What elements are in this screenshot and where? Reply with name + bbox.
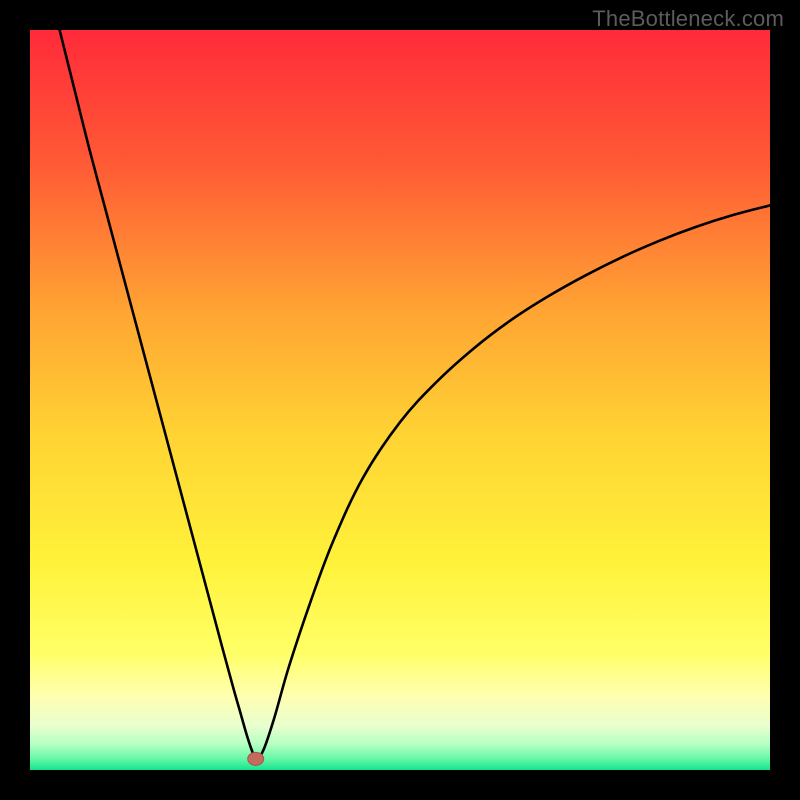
chart-frame: TheBottleneck.com xyxy=(0,0,800,800)
chart-svg xyxy=(30,30,770,770)
minimum-marker xyxy=(248,752,264,765)
watermark-text: TheBottleneck.com xyxy=(592,6,784,32)
gradient-background xyxy=(30,30,770,770)
plot-area xyxy=(30,30,770,770)
